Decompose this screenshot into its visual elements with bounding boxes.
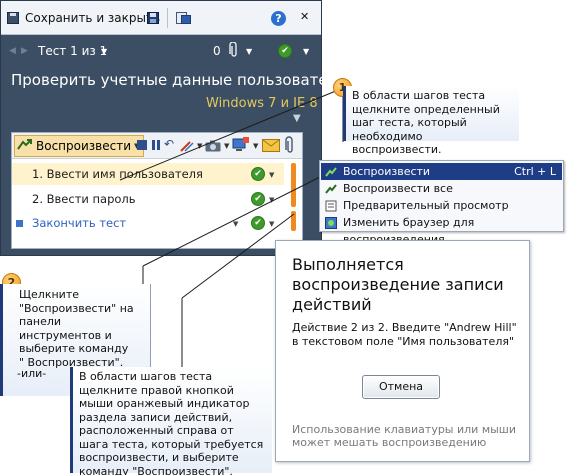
dialog-note: Использование клавиатуры или мыши может …	[292, 423, 517, 449]
play-icon	[325, 166, 337, 177]
playback-dialog: Выполняется воспроизведение записи дейст…	[275, 240, 530, 462]
play-all-icon	[325, 183, 337, 194]
menu-item-preview[interactable]: Предварительный просмотр	[321, 197, 562, 214]
dialog-body: Действие 2 из 2. Введите "Andrew Hill" в…	[292, 321, 517, 348]
preview-icon	[325, 200, 337, 212]
play-context-menu: Воспроизвести Ctrl + L Воспроизвести все…	[319, 160, 564, 246]
callout-1: В области шагов теста щелкните определен…	[343, 86, 519, 156]
menu-item-shortcut: Ctrl + L	[514, 165, 556, 178]
menu-item-change-browser[interactable]: Изменить браузер для воспроизведения	[321, 214, 562, 246]
menu-item-play-all[interactable]: Воспроизвести все	[321, 180, 562, 197]
or-separator-text: -или-	[17, 367, 47, 380]
callout-2-text: Щелкните "Воспроизвести" на панели инстр…	[19, 288, 134, 369]
callout-3: В области шагов теста щелкните правой кн…	[70, 367, 272, 475]
browser-icon	[325, 217, 337, 229]
menu-item-label: Воспроизвести все	[343, 182, 453, 195]
dialog-title: Выполняется воспроизведение записи дейст…	[292, 255, 504, 314]
callout-3-text: В области шагов теста щелкните правой кн…	[79, 370, 264, 475]
cancel-button[interactable]: Отмена	[362, 375, 440, 399]
menu-item-label: Предварительный просмотр	[343, 199, 509, 212]
menu-item-label: Воспроизвести	[343, 165, 431, 178]
menu-item-play[interactable]: Воспроизвести Ctrl + L	[321, 163, 562, 180]
